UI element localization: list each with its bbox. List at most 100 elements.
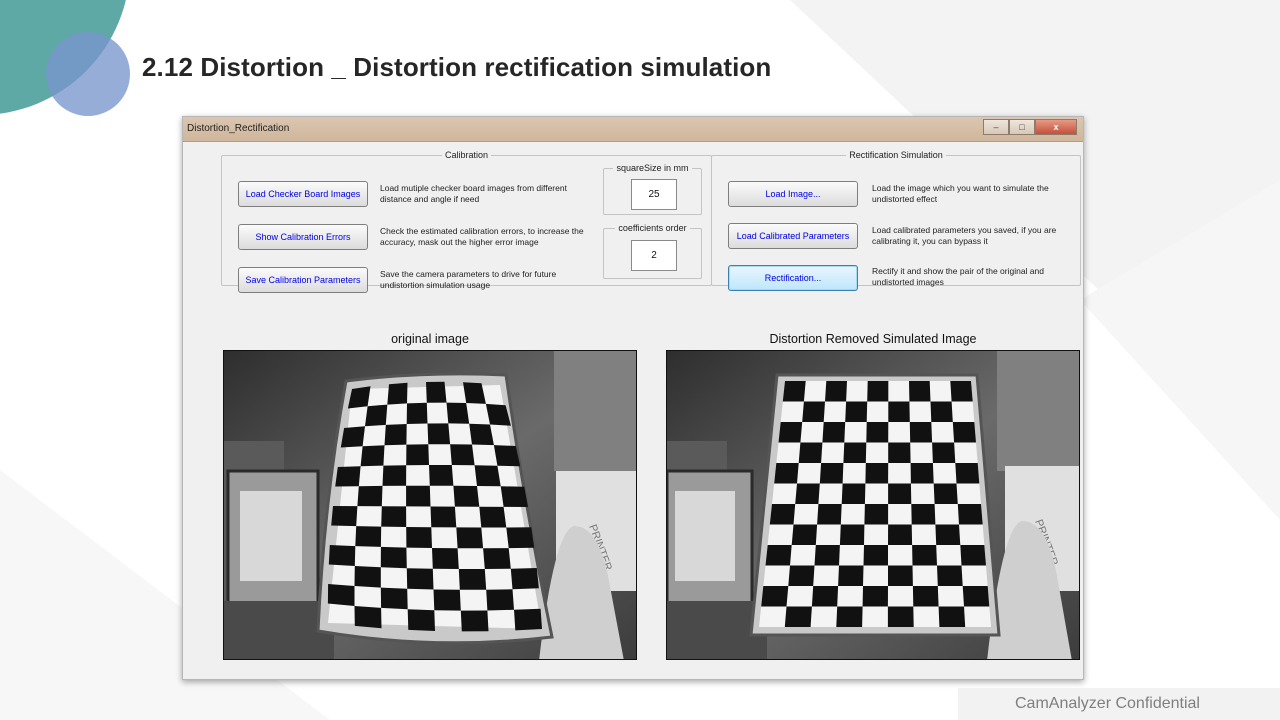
checker-square — [863, 545, 888, 566]
checker-square — [430, 506, 457, 528]
wall-panel — [997, 351, 1079, 471]
show-calibration-errors-description: Check the estimated calibration errors, … — [380, 226, 584, 247]
checker-square — [909, 381, 931, 402]
original-image-caption: original image — [391, 332, 469, 346]
checker-square — [795, 483, 820, 504]
checker-square — [867, 381, 889, 402]
checker-square — [357, 485, 383, 507]
load-image-description: Load the image which you want to simulat… — [872, 183, 1049, 204]
checker-square — [360, 445, 385, 467]
checker-square — [380, 587, 408, 610]
window-titlebar[interactable]: Distortion_Rectification – □ x — [183, 117, 1083, 142]
checker-square — [930, 401, 953, 422]
checker-square — [802, 401, 825, 422]
checker-square — [761, 586, 789, 607]
undistorted-image-canvas: PRINTER — [667, 351, 1079, 659]
load-image-button[interactable]: Load Image... — [728, 181, 858, 207]
minimize-button[interactable]: – — [983, 119, 1009, 135]
rectification-description: Rectify it and show the pair of the orig… — [872, 266, 1044, 287]
coefficients-order-legend: coefficients order — [618, 223, 687, 233]
checker-square — [432, 548, 459, 569]
checker-square — [912, 545, 937, 566]
checker-square — [469, 423, 494, 446]
rectification-button[interactable]: Rectification... — [728, 265, 858, 291]
checker-square — [460, 610, 489, 632]
checker-square — [845, 401, 868, 422]
checker-square — [819, 463, 844, 484]
checker-square — [354, 566, 381, 588]
checker-square — [453, 485, 480, 507]
window-client-area: Calibration Load Checker Board Images Lo… — [183, 143, 1083, 679]
checker-square — [406, 402, 428, 424]
checker-square — [864, 504, 889, 525]
checker-square — [938, 606, 966, 627]
checker-square — [426, 381, 447, 403]
checker-square — [932, 442, 956, 463]
save-calibration-parameters-description: Save the camera parameters to drive for … — [380, 269, 557, 290]
checkerboard-grid — [759, 381, 991, 627]
checker-square — [514, 608, 542, 631]
checker-square — [935, 524, 961, 545]
checker-square — [784, 606, 812, 627]
checker-square — [493, 445, 521, 467]
checker-square — [335, 466, 361, 487]
rectification-legend: Rectification Simulation — [849, 150, 943, 160]
checker-square — [387, 382, 408, 405]
window-controls: – □ x — [983, 119, 1077, 135]
square-size-input[interactable]: 25 — [631, 179, 677, 210]
undistorted-image-caption: Distortion Removed Simulated Image — [769, 332, 977, 346]
close-button[interactable]: x — [1035, 119, 1077, 135]
checker-square — [937, 565, 963, 586]
checker-square — [960, 545, 986, 566]
checker-square — [909, 422, 933, 443]
checker-square — [912, 586, 939, 607]
checker-square — [429, 465, 454, 486]
checker-square — [456, 527, 484, 549]
checker-square — [822, 422, 846, 443]
window-title: Distortion_Rectification — [187, 123, 290, 134]
checker-square — [765, 545, 792, 566]
checker-square — [506, 527, 535, 549]
checker-square — [406, 527, 432, 548]
checker-square — [911, 504, 936, 525]
checker-square — [791, 524, 818, 545]
checker-square — [407, 609, 435, 631]
checker-square — [510, 568, 539, 590]
calibration-legend: Calibration — [444, 150, 489, 160]
checker-square — [778, 422, 803, 443]
show-calibration-errors-button[interactable]: Show Calibration Errors — [238, 224, 368, 250]
checker-square — [474, 465, 501, 487]
checker-square — [841, 483, 866, 504]
checker-square — [483, 548, 511, 569]
checker-square — [839, 524, 865, 545]
checker-square — [888, 524, 913, 545]
load-checker-board-images-button[interactable]: Load Checker Board Images — [238, 181, 368, 207]
slide-title: 2.12 Distortion _ Distortion rectificati… — [142, 52, 772, 82]
decorative-blue-circle — [46, 32, 130, 116]
checker-square — [406, 568, 434, 590]
checker-square — [866, 422, 889, 443]
original-image: PRINTER — [223, 350, 637, 660]
checker-square — [328, 545, 356, 566]
footer-confidential: CamAnalyzer Confidential — [1015, 695, 1200, 712]
save-calibration-parameters-button[interactable]: Save Calibration Parameters — [238, 267, 368, 293]
checker-square — [811, 586, 839, 607]
checker-square — [381, 506, 407, 527]
checker-square — [888, 442, 911, 463]
checker-square — [340, 426, 365, 448]
load-calibrated-parameters-button[interactable]: Load Calibrated Parameters — [728, 223, 858, 249]
checker-square — [450, 444, 475, 466]
checker-square — [843, 442, 867, 463]
monitor-screen — [675, 491, 735, 581]
monitor-screen — [240, 491, 302, 581]
maximize-button[interactable]: □ — [1009, 119, 1035, 135]
checker-square — [479, 506, 507, 528]
checker-square — [955, 463, 980, 484]
checker-square — [433, 589, 461, 611]
checkerboard — [749, 373, 1001, 637]
checker-square — [825, 381, 847, 402]
checker-square — [910, 463, 934, 484]
checker-square — [355, 526, 382, 547]
coefficients-order-input[interactable]: 2 — [631, 240, 677, 271]
checker-square — [500, 486, 528, 507]
